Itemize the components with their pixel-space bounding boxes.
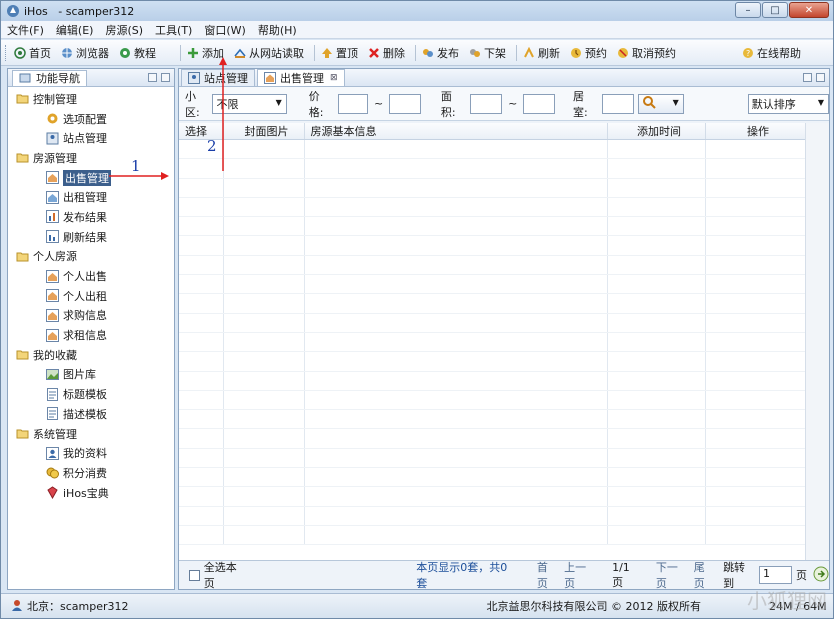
tutorial-arrows bbox=[109, 57, 227, 180]
app-window: iHos - scamper312 – □ ✕ 文件(F) 编辑(E) 房源(S… bbox=[0, 0, 834, 619]
watermark: 小狐狸网 bbox=[747, 589, 827, 613]
annotation-1: 1 bbox=[131, 157, 141, 175]
annotation-2: 2 bbox=[207, 137, 217, 155]
